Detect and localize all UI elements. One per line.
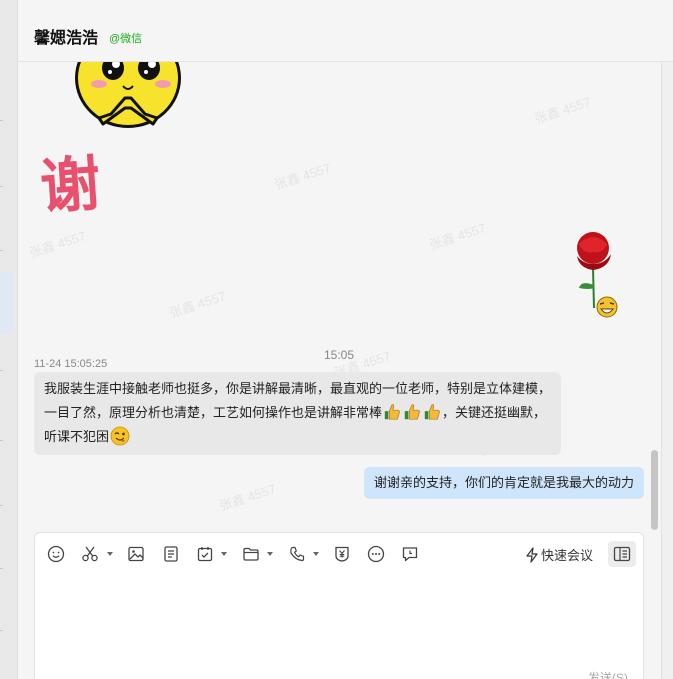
- folder-icon[interactable]: [242, 545, 260, 563]
- task-icon[interactable]: [196, 545, 214, 563]
- image-icon[interactable]: [127, 545, 145, 563]
- watermark: 张鑫 4557: [217, 481, 278, 514]
- message-composer: 快速会议 发送(S): [34, 532, 644, 679]
- lightning-icon: [526, 546, 538, 563]
- document-icon[interactable]: [162, 545, 180, 563]
- scrollbar-thumb[interactable]: [651, 450, 658, 530]
- wink-emoji-icon: [110, 426, 130, 446]
- money-icon[interactable]: [333, 545, 351, 563]
- contact-name[interactable]: 馨媤浩浩: [34, 24, 98, 48]
- emoji-icon[interactable]: [47, 545, 65, 563]
- side-panel-button[interactable]: [608, 541, 636, 567]
- side-panel-icon: [613, 546, 631, 562]
- right-panel-edge: [661, 62, 673, 679]
- composer-toolbar: 快速会议: [35, 533, 645, 575]
- send-button[interactable]: 发送(S): [588, 669, 628, 679]
- watermark: 张鑫 4557: [167, 288, 228, 321]
- thanks-sticker-face[interactable]: [73, 62, 183, 134]
- chevron-down-icon[interactable]: [107, 552, 113, 556]
- more-icon[interactable]: [367, 545, 385, 563]
- thumbs-up-icon: [404, 404, 420, 420]
- message-timestamp: 11-24 15:05:25: [34, 358, 108, 370]
- chevron-down-icon[interactable]: [267, 552, 273, 556]
- watermark: 张鑫 4557: [427, 220, 488, 253]
- rose-sticker[interactable]: [563, 230, 623, 320]
- wechat-tag: @微信: [109, 33, 143, 45]
- chevron-down-icon[interactable]: [221, 552, 227, 556]
- message-input[interactable]: [35, 575, 645, 679]
- chevron-down-icon[interactable]: [313, 552, 319, 556]
- left-sidebar-edge: [0, 0, 18, 679]
- chat-header: 馨媤浩浩 @微信: [18, 0, 673, 62]
- watermark: 张鑫 4557: [272, 160, 333, 193]
- thanks-sticker-text: 谢: [38, 148, 105, 224]
- watermark: 张鑫 4557: [532, 94, 593, 127]
- sent-message-bubble[interactable]: 谢谢亲的支持，你们的肯定就是我最大的动力: [364, 467, 645, 499]
- thumbs-up-icon: [384, 404, 400, 420]
- thumbs-up-icon: [424, 404, 440, 420]
- quick-meeting-button[interactable]: 快速会议: [525, 545, 593, 564]
- phone-icon[interactable]: [288, 545, 306, 563]
- active-conversation-indicator: [0, 271, 14, 334]
- time-divider: 15:05: [323, 348, 355, 362]
- received-message-bubble[interactable]: 我服装生涯中接触老师也挺多，你是讲解最清晰，最直观的一位老师，特别是立体建模，一…: [34, 372, 561, 455]
- scissors-icon[interactable]: [81, 545, 99, 563]
- message-list[interactable]: 张鑫 4557 张鑫 4557 张鑫 4557 张鑫 4557 张鑫 4557 …: [18, 62, 660, 532]
- chat-bubble-icon[interactable]: [401, 545, 419, 563]
- quick-meeting-label: 快速会议: [541, 548, 594, 563]
- watermark: 张鑫 4557: [27, 228, 88, 261]
